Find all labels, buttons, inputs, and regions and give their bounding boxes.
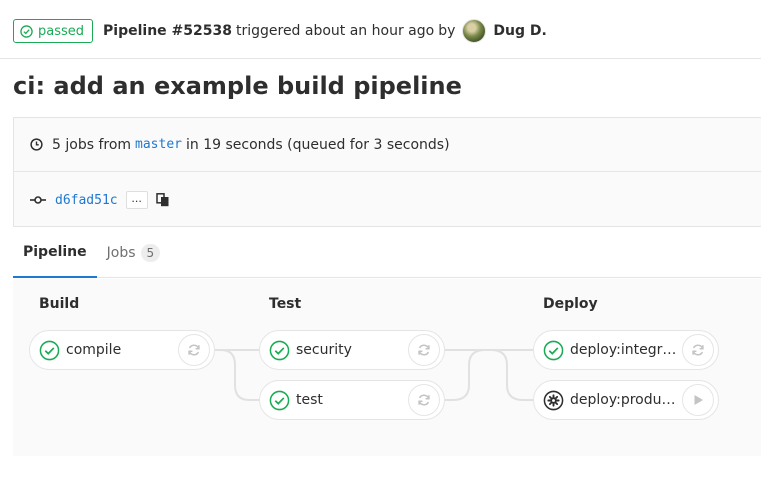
jobs-count-badge: 5 <box>140 243 161 262</box>
job-name: security <box>296 342 352 358</box>
by-text: by <box>438 23 456 39</box>
expand-description-button[interactable]: ... <box>125 191 148 209</box>
commit-sha-row: d6fad51c ... <box>14 173 761 227</box>
check-circle-icon <box>543 340 564 361</box>
job-name: deploy:production <box>570 392 682 408</box>
check-circle-icon <box>20 24 33 38</box>
job-test[interactable]: test <box>259 380 445 420</box>
job-compile[interactable]: compile <box>29 330 215 370</box>
job-name: compile <box>66 342 122 358</box>
stage-title-build: Build <box>39 296 80 312</box>
clipboard-icon <box>155 193 169 207</box>
clock-icon <box>30 138 43 151</box>
pipeline-graph: Build compile Test security test Deploy <box>13 279 761 456</box>
check-circle-icon <box>269 340 290 361</box>
retry-icon <box>418 344 430 356</box>
connector-to-production <box>490 349 535 401</box>
tab-pipeline-label: Pipeline <box>23 243 87 260</box>
user-name-link[interactable]: Dug D. <box>493 23 546 39</box>
check-circle-icon <box>39 340 60 361</box>
job-name: test <box>296 392 323 408</box>
gear-icon <box>543 390 564 411</box>
job-deploy-production[interactable]: deploy:production <box>533 380 719 420</box>
commit-title: ci: add an example build pipeline <box>13 72 462 100</box>
jobs-summary-row: 5 jobs from master in 19 seconds (queued… <box>14 118 761 172</box>
branch-link[interactable]: master <box>135 137 182 152</box>
retry-job-button[interactable] <box>682 334 714 366</box>
retry-icon <box>692 344 704 356</box>
stage-title-deploy: Deploy <box>543 296 598 312</box>
duration-text: in 19 seconds (queued for 3 seconds) <box>186 136 450 153</box>
play-icon <box>694 395 703 405</box>
tab-jobs[interactable]: Jobs 5 <box>97 227 171 278</box>
retry-icon <box>188 344 200 356</box>
job-deploy-integration[interactable]: deploy:integration <box>533 330 719 370</box>
status-badge[interactable]: passed <box>13 19 94 43</box>
retry-job-button[interactable] <box>408 384 440 416</box>
tab-jobs-label: Jobs <box>106 244 136 261</box>
header-divider <box>0 58 761 59</box>
commit-sha-link[interactable]: d6fad51c <box>55 193 118 208</box>
triggered-text: triggered about an hour ago <box>235 23 435 39</box>
avatar[interactable] <box>462 19 487 43</box>
retry-job-button[interactable] <box>408 334 440 366</box>
tab-pipeline[interactable]: Pipeline <box>13 227 97 278</box>
check-circle-icon <box>269 390 290 411</box>
status-label: passed <box>38 23 85 39</box>
pipeline-info-box: 5 jobs from master in 19 seconds (queued… <box>13 117 761 227</box>
stage-title-test: Test <box>269 296 302 312</box>
jobs-count-text: 5 jobs from <box>52 136 132 153</box>
pipeline-tabs: Pipeline Jobs 5 <box>13 227 761 278</box>
job-security[interactable]: security <box>259 330 445 370</box>
job-name: deploy:integration <box>570 342 682 358</box>
commit-icon <box>30 195 46 205</box>
pipeline-header: passed Pipeline #52538 triggered about a… <box>13 16 547 46</box>
connector-test-merge <box>445 349 486 401</box>
play-job-button[interactable] <box>682 384 714 416</box>
pipeline-id: Pipeline #52538 <box>103 23 232 39</box>
retry-job-button[interactable] <box>178 334 210 366</box>
retry-icon <box>418 394 430 406</box>
copy-sha-button[interactable] <box>155 193 170 207</box>
connector-build-test <box>215 349 261 401</box>
